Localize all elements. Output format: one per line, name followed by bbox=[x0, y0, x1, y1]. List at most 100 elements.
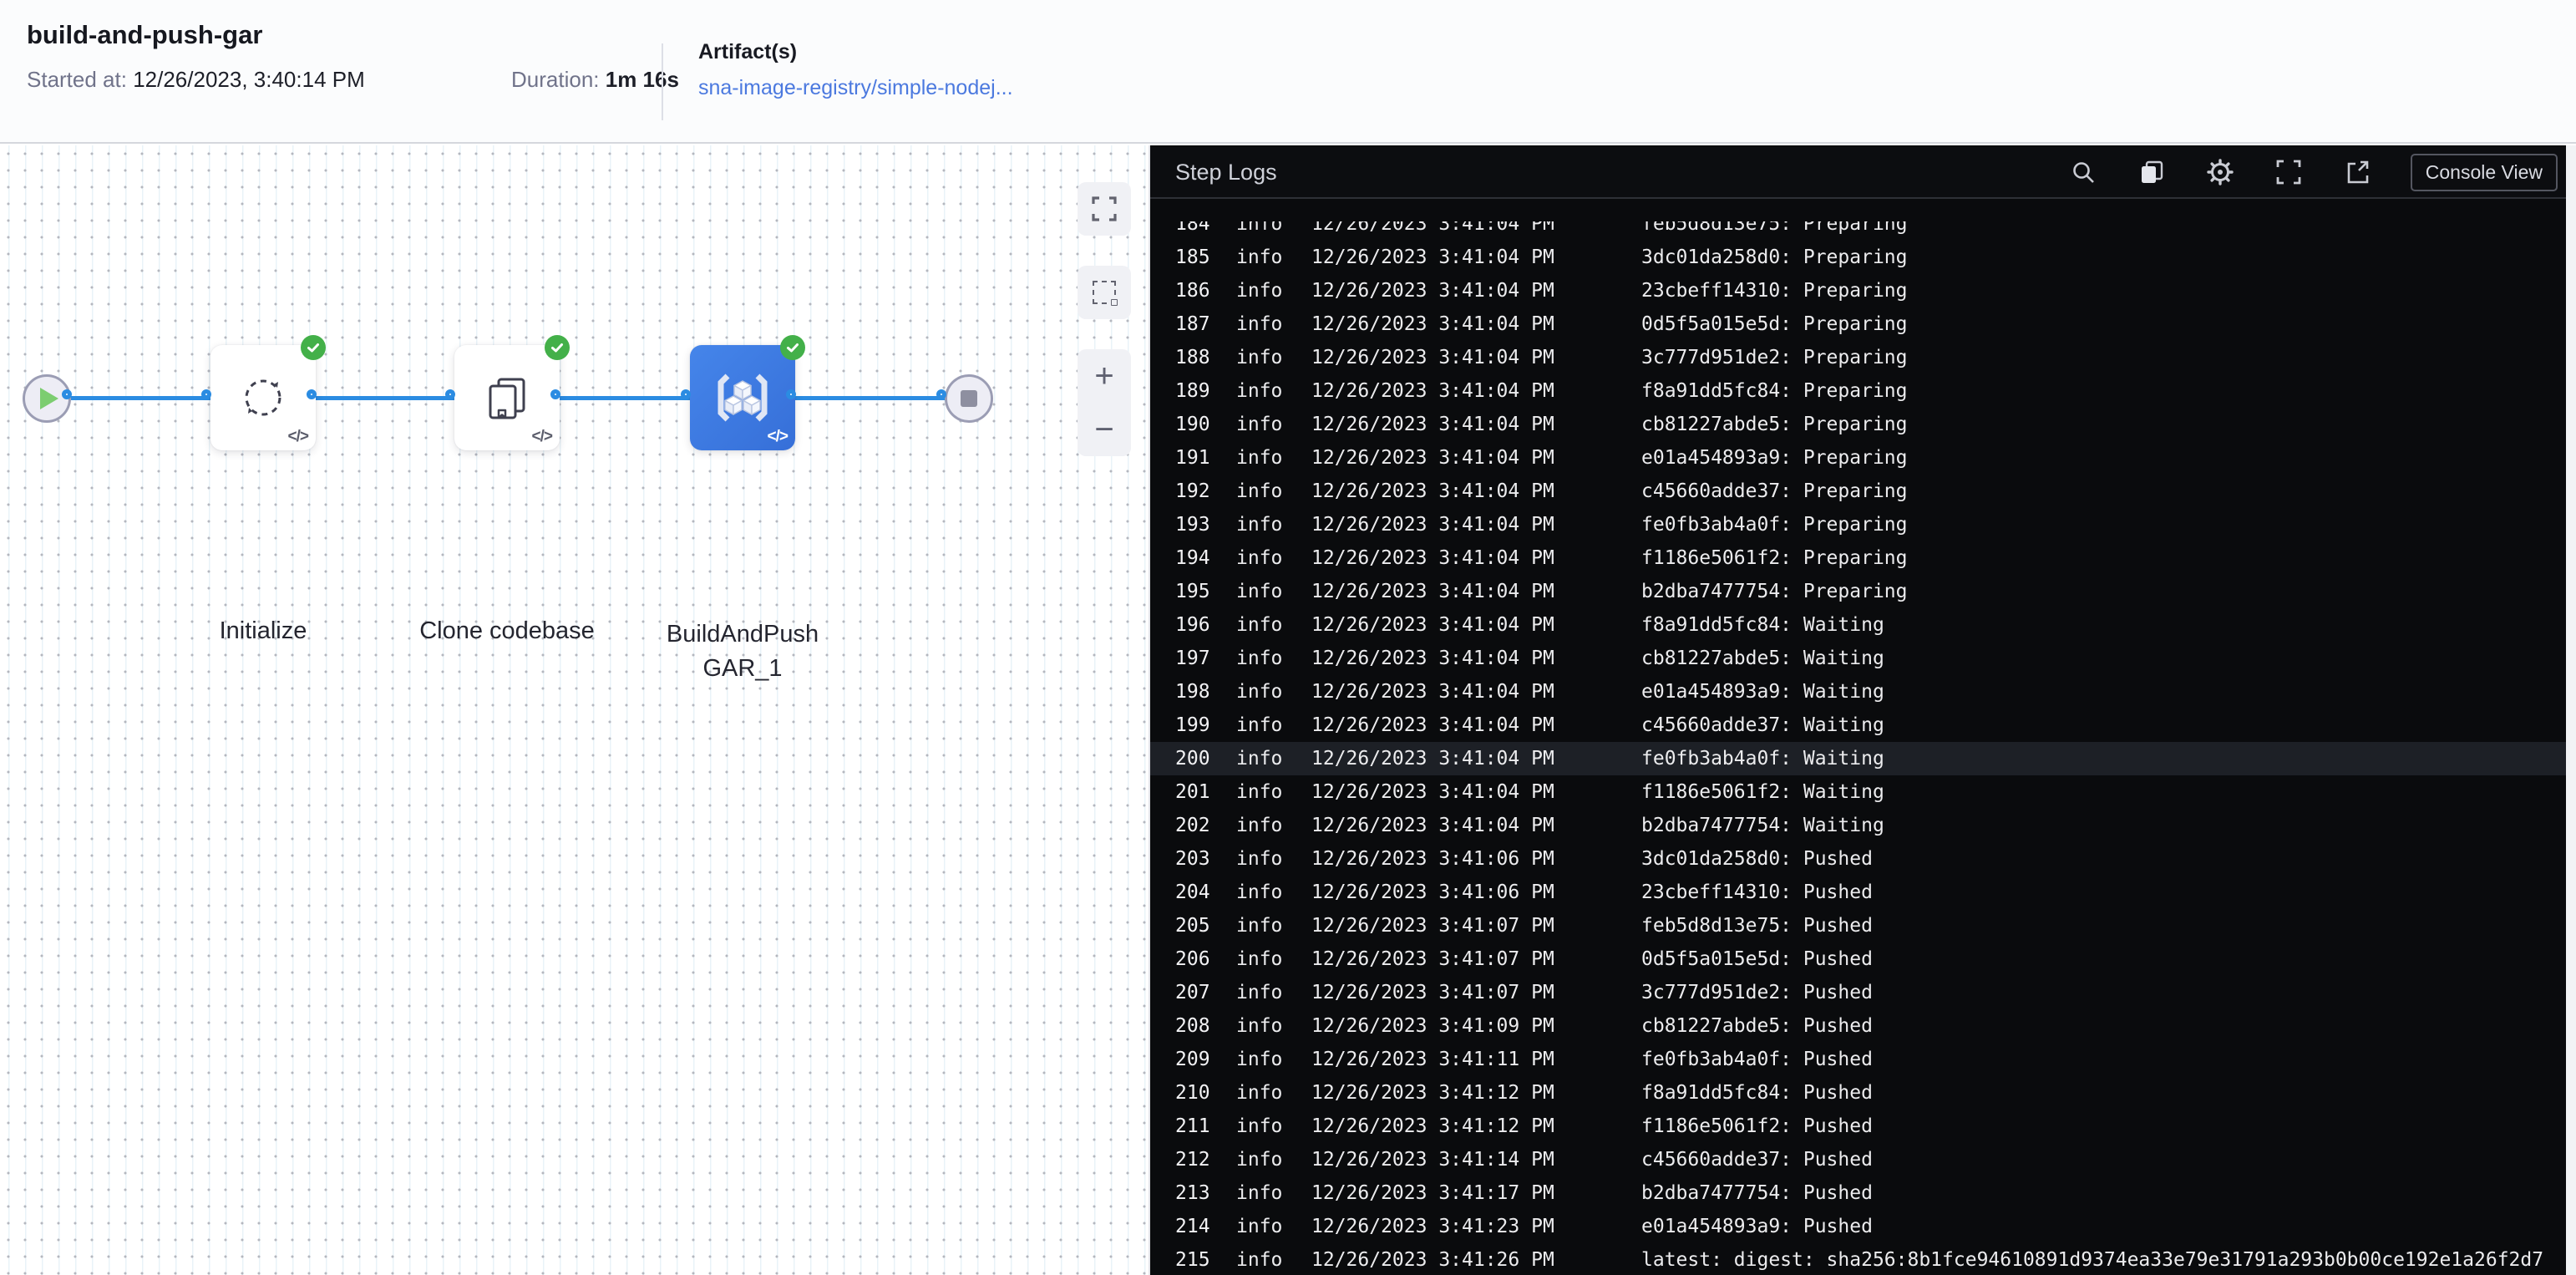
started-at-value: 12/26/2023, 3:40:14 PM bbox=[133, 67, 365, 92]
code-tag: </> bbox=[767, 428, 789, 445]
log-line[interactable]: 187 info 12/26/2023 3:41:04 PM 0d5f5a015e5d… bbox=[1150, 307, 2566, 341]
log-msg: fe0fb3ab4a0f: Preparing bbox=[1641, 514, 1908, 536]
log-line[interactable]: 209 info 12/26/2023 3:41:11 PM fe0fb3ab4a0f… bbox=[1150, 1043, 2566, 1076]
canvas-selection-button[interactable] bbox=[1078, 266, 1131, 319]
port bbox=[550, 389, 560, 399]
canvas-fullscreen-button[interactable] bbox=[1078, 182, 1131, 236]
log-line[interactable]: 202 info 12/26/2023 3:41:04 PM b2dba7477754… bbox=[1150, 809, 2566, 842]
log-line[interactable]: 186 info 12/26/2023 3:41:04 PM 23cbeff14310… bbox=[1150, 274, 2566, 307]
search-icon[interactable] bbox=[2068, 157, 2098, 187]
step-node-initialize[interactable]: </> bbox=[210, 335, 326, 450]
log-body[interactable]: 184 info 12/26/2023 3:41:04 PM feb5d8d13e75… bbox=[1150, 221, 2566, 1275]
copy-icon[interactable] bbox=[2137, 157, 2167, 187]
settings-gear-icon[interactable] bbox=[2205, 157, 2235, 187]
console-view-button[interactable]: Console View bbox=[2410, 153, 2558, 191]
log-line[interactable]: 191 info 12/26/2023 3:41:04 PM e01a454893a9… bbox=[1150, 441, 2566, 475]
log-lvl: info bbox=[1236, 347, 1283, 368]
zoom-out-button[interactable]: − bbox=[1078, 403, 1131, 456]
log-lvl: info bbox=[1236, 748, 1283, 770]
node-label-initialize: Initialize bbox=[219, 617, 307, 644]
log-ts: 12/26/2023 3:41:04 PM bbox=[1311, 380, 1554, 402]
pipeline-end-node bbox=[945, 374, 993, 423]
log-ts: 12/26/2023 3:41:04 PM bbox=[1311, 447, 1554, 469]
log-ln: 190 bbox=[1175, 414, 1210, 435]
log-line[interactable]: 190 info 12/26/2023 3:41:04 PM cb81227abde5… bbox=[1150, 408, 2566, 441]
log-ts: 12/26/2023 3:41:06 PM bbox=[1311, 881, 1554, 903]
log-line[interactable]: 195 info 12/26/2023 3:41:04 PM b2dba7477754… bbox=[1150, 575, 2566, 608]
log-line[interactable]: 194 info 12/26/2023 3:41:04 PM f1186e5061f2… bbox=[1150, 541, 2566, 575]
log-lvl: info bbox=[1236, 681, 1283, 703]
code-tag: </> bbox=[531, 428, 554, 445]
log-line[interactable]: 212 info 12/26/2023 3:41:14 PM c45660adde37… bbox=[1150, 1143, 2566, 1176]
step-node-build-and-push-gar[interactable]: </> bbox=[690, 335, 805, 450]
log-line[interactable]: 203 info 12/26/2023 3:41:06 PM 3dc01da258d0… bbox=[1150, 842, 2566, 876]
step-node-clone-codebase[interactable]: </> bbox=[454, 335, 570, 450]
fullscreen-icon[interactable] bbox=[2274, 157, 2304, 187]
log-line[interactable]: 210 info 12/26/2023 3:41:12 PM f8a91dd5fc84… bbox=[1150, 1076, 2566, 1110]
header-divider bbox=[662, 43, 663, 120]
log-lvl: info bbox=[1236, 221, 1283, 235]
log-ts: 12/26/2023 3:41:04 PM bbox=[1311, 514, 1554, 536]
log-line[interactable]: 205 info 12/26/2023 3:41:07 PM feb5d8d13e75… bbox=[1150, 909, 2566, 942]
log-line[interactable]: 215 info 12/26/2023 3:41:26 PM latest: dige… bbox=[1150, 1243, 2566, 1275]
log-ts: 12/26/2023 3:41:17 PM bbox=[1311, 1182, 1554, 1204]
log-line[interactable]: 214 info 12/26/2023 3:41:23 PM e01a454893a9… bbox=[1150, 1210, 2566, 1243]
artifact-link[interactable]: sna-image-registry/simple-nodej... bbox=[698, 76, 1013, 100]
log-line[interactable]: 193 info 12/26/2023 3:41:04 PM fe0fb3ab4a0f… bbox=[1150, 508, 2566, 541]
log-line[interactable]: 188 info 12/26/2023 3:41:04 PM 3c777d951de2… bbox=[1150, 341, 2566, 374]
log-line[interactable]: 200 info 12/26/2023 3:41:04 PM fe0fb3ab4a0f… bbox=[1150, 742, 2566, 775]
log-ln: 195 bbox=[1175, 581, 1210, 602]
expand-icon bbox=[1092, 196, 1117, 221]
open-in-new-icon[interactable] bbox=[2342, 157, 2372, 187]
success-check-icon bbox=[301, 335, 326, 360]
log-lvl: info bbox=[1236, 547, 1283, 569]
zoom-in-button[interactable]: + bbox=[1078, 349, 1131, 403]
log-msg: c45660adde37: Waiting bbox=[1641, 714, 1884, 736]
port bbox=[62, 389, 72, 399]
log-lvl: info bbox=[1236, 380, 1283, 402]
log-ln: 198 bbox=[1175, 681, 1210, 703]
log-msg: feb5d8d13e75: Pushed bbox=[1641, 915, 1873, 937]
log-line[interactable]: 185 info 12/26/2023 3:41:04 PM 3dc01da258d0… bbox=[1150, 241, 2566, 274]
log-lvl: info bbox=[1236, 881, 1283, 903]
log-line[interactable]: 189 info 12/26/2023 3:41:04 PM f8a91dd5fc84… bbox=[1150, 374, 2566, 408]
log-msg: e01a454893a9: Preparing bbox=[1641, 447, 1908, 469]
log-ts: 12/26/2023 3:41:04 PM bbox=[1311, 815, 1554, 836]
step-logs-title: Step Logs bbox=[1175, 159, 1277, 185]
pipeline-canvas[interactable]: </> </> </> Initialize Clone codebase Bu… bbox=[0, 145, 1150, 1275]
log-line[interactable]: 198 info 12/26/2023 3:41:04 PM e01a454893a9… bbox=[1150, 675, 2566, 709]
log-ln: 211 bbox=[1175, 1115, 1210, 1137]
log-line[interactable]: 207 info 12/26/2023 3:41:07 PM 3c777d951de2… bbox=[1150, 976, 2566, 1009]
log-ln: 185 bbox=[1175, 246, 1210, 268]
log-line[interactable]: 196 info 12/26/2023 3:41:04 PM f8a91dd5fc84… bbox=[1150, 608, 2566, 642]
artifacts-block: Artifact(s) sna-image-registry/simple-no… bbox=[698, 40, 1013, 100]
log-ln: 207 bbox=[1175, 982, 1210, 1003]
log-ts: 12/26/2023 3:41:04 PM bbox=[1311, 681, 1554, 703]
log-ln: 205 bbox=[1175, 915, 1210, 937]
log-ts: 12/26/2023 3:41:04 PM bbox=[1311, 714, 1554, 736]
log-line[interactable]: 213 info 12/26/2023 3:41:17 PM b2dba7477754… bbox=[1150, 1176, 2566, 1210]
log-msg: 3c777d951de2: Preparing bbox=[1641, 347, 1908, 368]
code-tag: </> bbox=[287, 428, 310, 445]
log-line[interactable]: 208 info 12/26/2023 3:41:09 PM cb81227abde5… bbox=[1150, 1009, 2566, 1043]
log-line[interactable]: 184 info 12/26/2023 3:41:04 PM feb5d8d13e75… bbox=[1150, 221, 2566, 241]
log-lvl: info bbox=[1236, 1182, 1283, 1204]
log-line[interactable]: 199 info 12/26/2023 3:41:04 PM c45660adde37… bbox=[1150, 709, 2566, 742]
log-line[interactable]: 211 info 12/26/2023 3:41:12 PM f1186e5061f2… bbox=[1150, 1110, 2566, 1143]
log-scrollbar[interactable] bbox=[2566, 145, 2576, 1275]
log-ln: 191 bbox=[1175, 447, 1210, 469]
log-line[interactable]: 206 info 12/26/2023 3:41:07 PM 0d5f5a015e5d… bbox=[1150, 942, 2566, 976]
log-ln: 193 bbox=[1175, 514, 1210, 536]
log-line[interactable]: 197 info 12/26/2023 3:41:04 PM cb81227abde5… bbox=[1150, 642, 2566, 675]
log-ts: 12/26/2023 3:41:11 PM bbox=[1311, 1049, 1554, 1070]
started-at: Started at: 12/26/2023, 3:40:14 PM bbox=[27, 67, 365, 93]
log-msg: fe0fb3ab4a0f: Pushed bbox=[1641, 1049, 1873, 1070]
log-msg: cb81227abde5: Preparing bbox=[1641, 414, 1908, 435]
log-lvl: info bbox=[1236, 1115, 1283, 1137]
log-lvl: info bbox=[1236, 614, 1283, 636]
log-line[interactable]: 201 info 12/26/2023 3:41:04 PM f1186e5061f2… bbox=[1150, 775, 2566, 809]
port bbox=[786, 389, 796, 399]
log-line[interactable]: 204 info 12/26/2023 3:41:06 PM 23cbeff14310… bbox=[1150, 876, 2566, 909]
log-line[interactable]: 192 info 12/26/2023 3:41:04 PM c45660adde37… bbox=[1150, 475, 2566, 508]
log-ts: 12/26/2023 3:41:12 PM bbox=[1311, 1082, 1554, 1104]
